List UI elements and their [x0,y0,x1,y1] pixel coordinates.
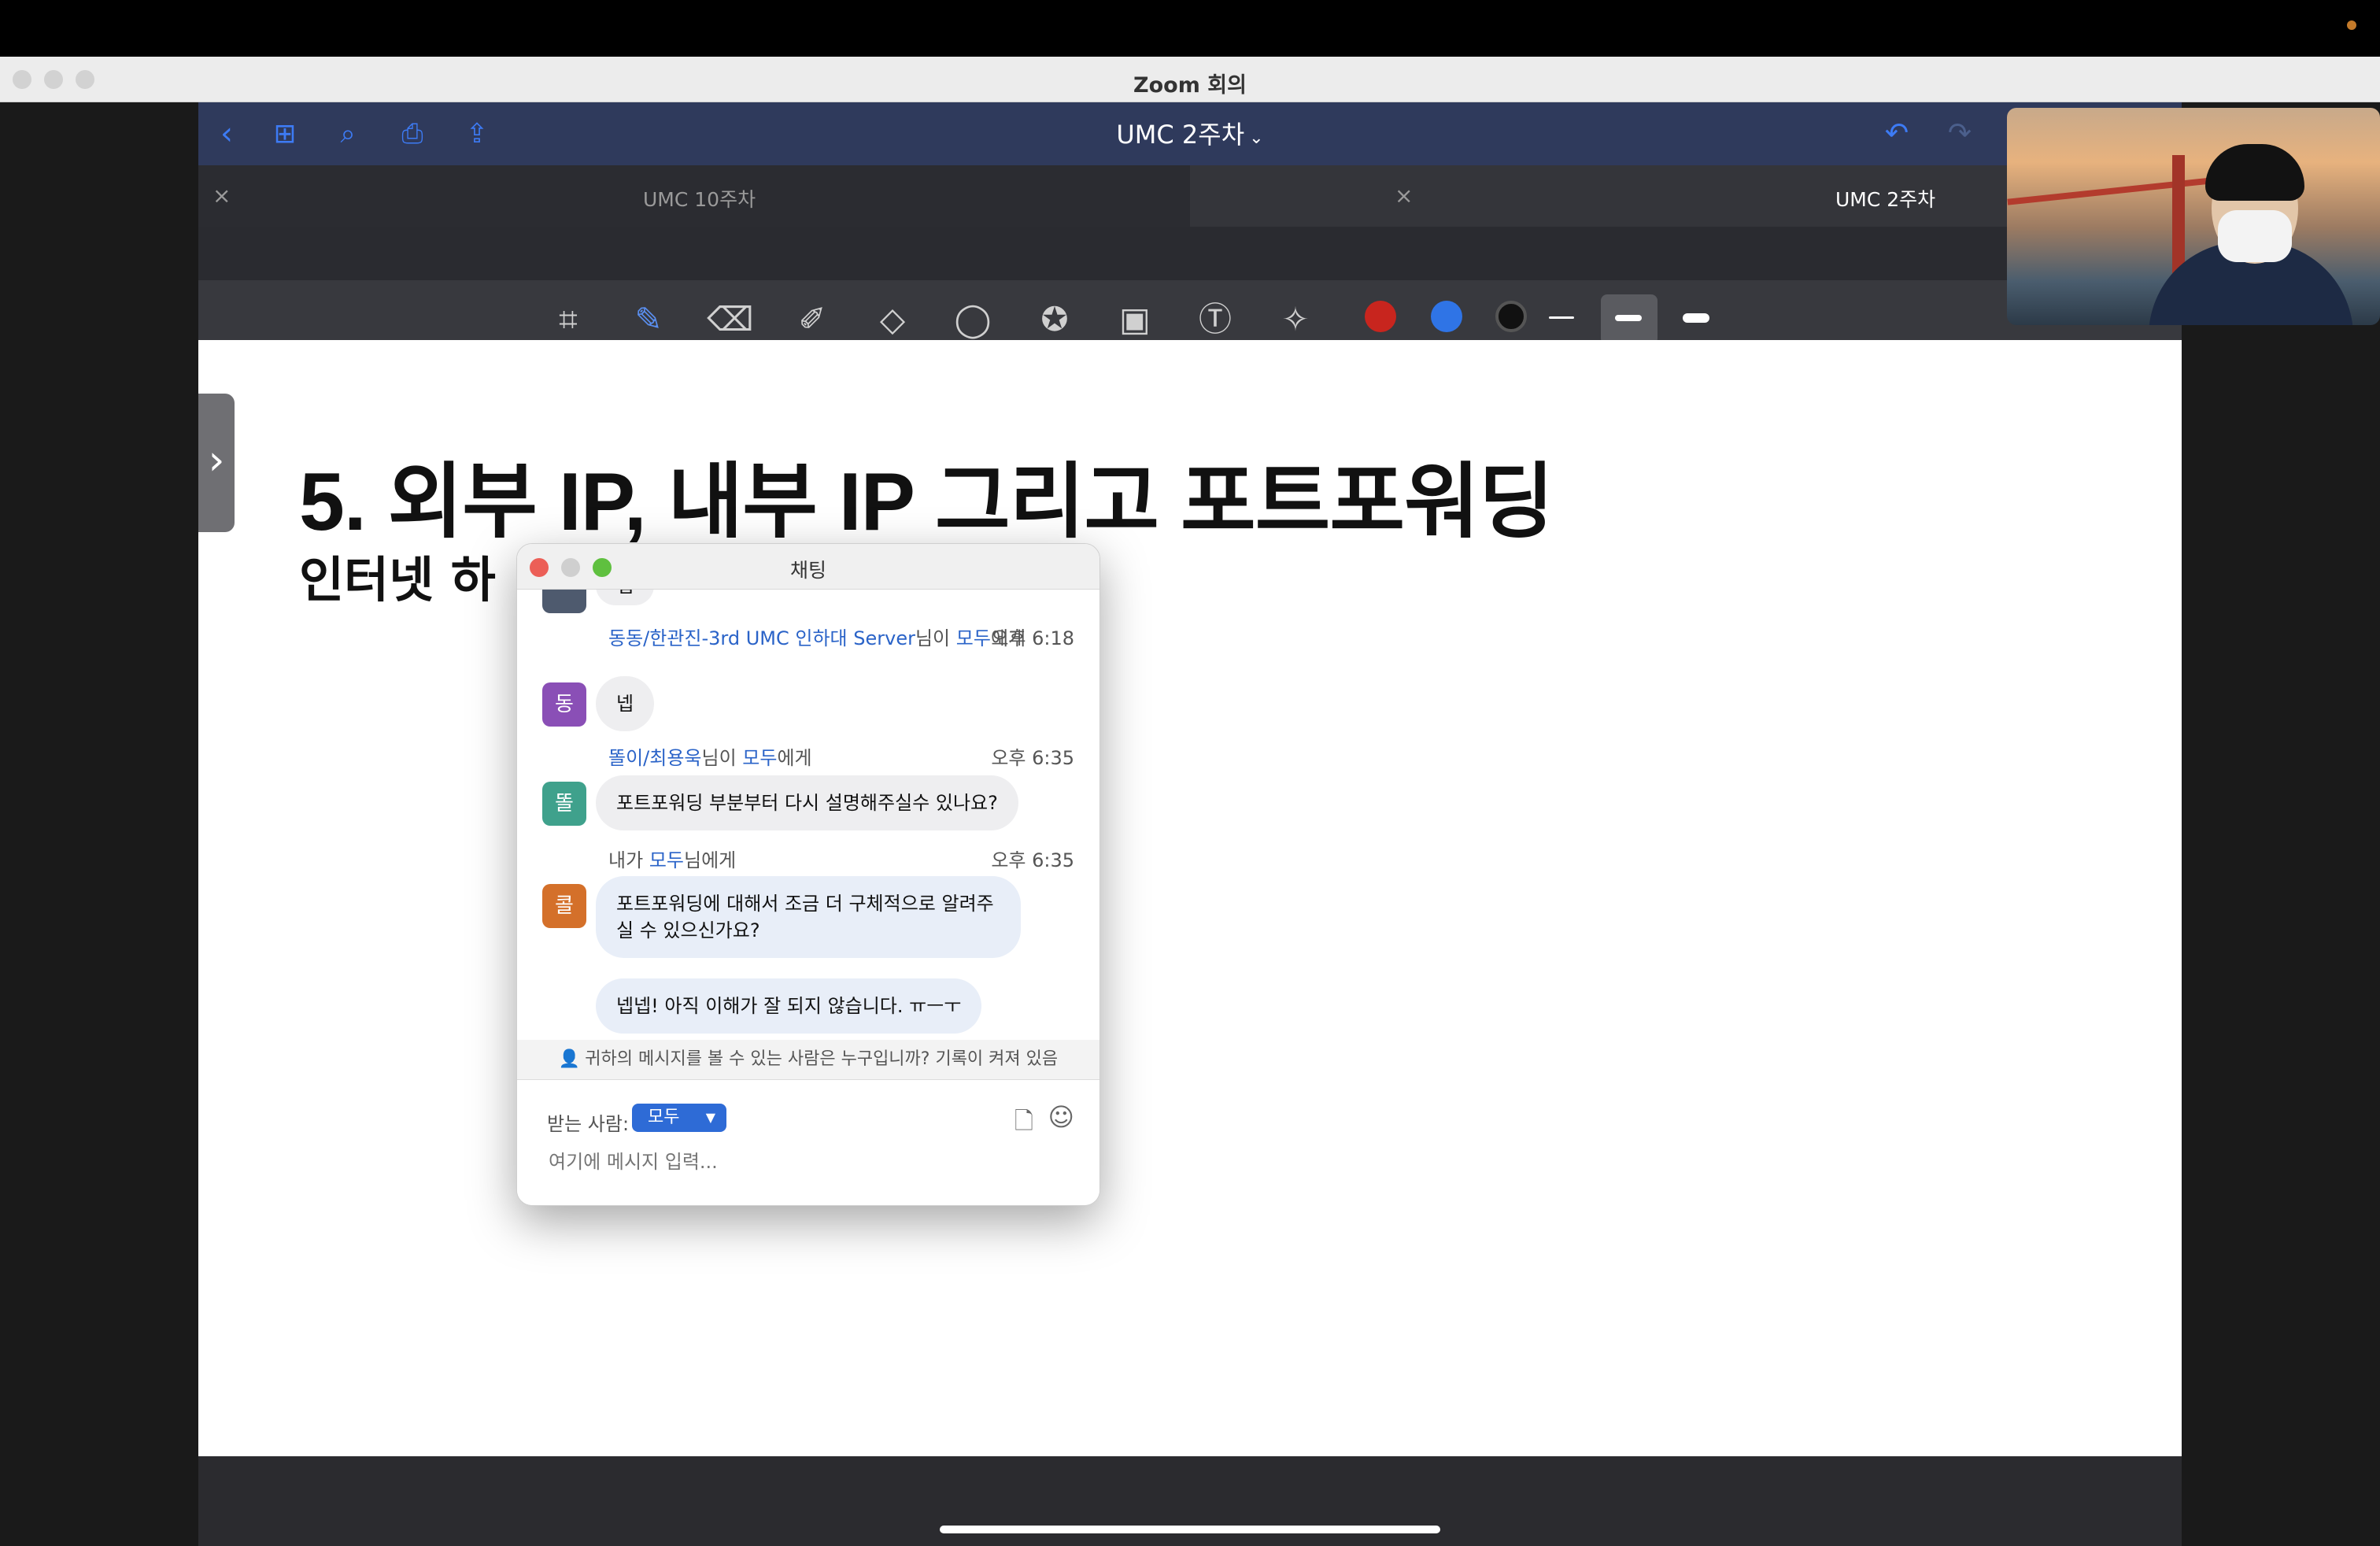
color-black-swatch[interactable] [1495,301,1527,332]
chevron-down-icon: ⌄ [1249,128,1264,148]
meta-text: 님이 [915,627,956,649]
message-time: 오후 6:35 [991,747,1074,769]
avatar: 콜 [542,884,586,928]
sticker-icon[interactable]: ✪ [1029,294,1080,345]
lasso-icon[interactable]: ◯ [948,294,998,345]
shapes-icon[interactable]: ◇ [867,294,918,345]
tab-umc-10[interactable]: × UMC 10주차 [198,165,1190,227]
status-dot [2347,20,2356,30]
tab-bar: × UMC 10주차 × UMC 2주차 [198,165,2182,227]
avatar [542,590,586,613]
emoji-icon[interactable]: ☺ [1048,1102,1074,1132]
document-title-label: UMC 2주차 [1116,120,1245,150]
message-input[interactable] [549,1151,1052,1173]
stroke-thin[interactable] [1549,316,1574,319]
tab-label: UMC 2주차 [1835,188,1936,211]
eraser-icon[interactable]: ⌫ [705,294,756,345]
compose-area: 받는 사람: 모두 ▼ 🗋 ☺ [517,1079,1099,1205]
sender-name: 내가 [608,849,644,871]
video-thumbnail[interactable] [2007,108,2380,325]
stroke-medium [1615,315,1642,321]
color-red-swatch[interactable] [1365,301,1396,332]
message-bubble: 포트포워딩에 대해서 조금 더 구체적으로 알려주실 수 있으신가요? [596,876,1021,958]
message-bubble: 넵 [596,590,655,605]
notice-text: 귀하의 메시지를 볼 수 있는 사람은 누구입니까? 기록이 켜져 있음 [585,1049,1059,1069]
chat-title: 채팅 [789,559,826,582]
person-icon: 👤 [558,1049,581,1069]
laser-pointer-icon[interactable]: ✧ [1270,294,1321,345]
message-time: 오후 6:35 [991,849,1074,871]
message-meta: 동동/한관진-3rd UMC 인하대 Server님이 모두에게 오후 6:18 [608,623,1074,650]
message-meta: 똘이/최용욱님이 모두에게 오후 6:35 [608,742,1074,770]
bridge-tower [2172,155,2185,273]
chat-title-bar: 채팅 [517,544,1099,590]
home-indicator[interactable] [940,1526,1440,1533]
recipient-select[interactable]: 모두 ▼ [632,1104,726,1132]
recipient-value: 모두 [648,1108,680,1127]
participant-mask [2218,210,2292,262]
nav-bar: ‹ ⊞ ⌕ ⎙ ⇪ UMC 2주차 ⌄ ↶ ↷ [198,102,2182,165]
close-tab-icon[interactable]: × [1395,183,1413,209]
meta-text: 님이 [701,747,743,769]
meta-text: 님에게 [683,849,737,871]
window-title: Zoom 회의 [1133,73,1247,98]
sender-name[interactable]: 동동/한관진-3rd UMC 인하대 Server [608,627,915,649]
message-bubble: 넵 [596,676,655,731]
recipient-name[interactable]: 모두 [742,747,777,769]
file-icon[interactable]: 🗋 [1014,1104,1033,1144]
recipient-name[interactable]: 모두 [649,849,684,871]
highlighter-icon[interactable]: ✐ [787,294,837,345]
menu-bar [0,0,2380,57]
zoom-title-bar: Zoom 회의 [0,57,2380,102]
caret-down-icon: ▼ [705,1110,715,1125]
recipient-name[interactable]: 모두 [956,627,991,649]
redo-icon[interactable]: ↷ [1938,112,1982,156]
zoom-lasso-icon[interactable]: ⌗ [543,294,593,345]
page-title: 5. 외부 IP, 내부 IP 그리고 포트포워딩 [299,457,1554,548]
visibility-notice[interactable]: 👤 귀하의 메시지를 볼 수 있는 사람은 누구입니까? 기록이 켜져 있음 [517,1040,1099,1079]
message-bubble: 넵넵! 아직 이해가 잘 되지 않습니다. ㅠㅡㅜ [596,978,982,1034]
chat-window: 채팅 넵 동동/한관진-3rd UMC 인하대 Server님이 모두에게 오후… [516,543,1100,1206]
pen-icon[interactable]: ✎ [623,294,674,345]
undo-icon[interactable]: ↶ [1875,112,1919,156]
text-icon[interactable]: Ⓣ [1190,294,1240,345]
tab-label: UMC 10주차 [643,188,756,211]
participant-hair [2205,144,2304,201]
close-tab-icon[interactable]: × [213,183,231,209]
avatar: 똘 [542,782,586,826]
avatar: 동 [542,682,586,727]
message-list[interactable]: 넵 동동/한관진-3rd UMC 인하대 Server님이 모두에게 오후 6:… [517,590,1099,1040]
recipient-label: 받는 사람: [547,1113,630,1135]
color-blue-swatch[interactable] [1431,301,1462,332]
sender-name[interactable]: 똘이/최용욱 [608,747,702,769]
page-subtitle: 인터넷 하 [299,551,496,608]
sidebar-toggle-icon[interactable]: › [198,394,235,532]
notebook-page[interactable]: 5. 외부 IP, 내부 IP 그리고 포트포워딩 인터넷 하 [198,340,2182,1456]
message-bubble: 포트포워딩 부분부터 다시 설명해주실수 있나요? [596,775,1018,830]
message-meta: 내가 모두님에게 오후 6:35 [608,845,1074,872]
stroke-thick[interactable] [1683,313,1709,323]
meta-text [643,849,649,871]
meta-text: 에게 [777,747,812,769]
image-icon[interactable]: ▣ [1110,294,1160,345]
message-time: 오후 6:18 [991,627,1074,649]
